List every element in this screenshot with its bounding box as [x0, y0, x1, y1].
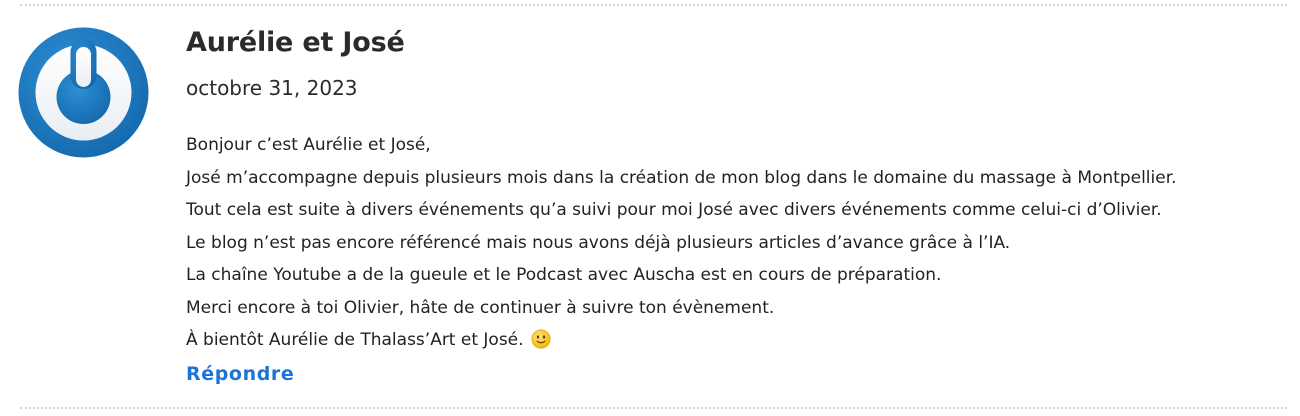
comment-line: Tout cela est suite à divers événements … [186, 200, 1162, 220]
reply-link[interactable]: Répondre [186, 363, 294, 385]
comment-line: Merci encore à toi Olivier, hâte de cont… [186, 297, 775, 318]
comment-text: Bonjour c’est Aurélie et José, José m’ac… [186, 129, 1276, 361]
comment-line: Le blog n’est pas encore référencé mais … [186, 232, 1011, 253]
comment-author: Aurélie et José [186, 27, 405, 58]
comment-line: À bientôt Aurélie de Thalass’Art et José… [186, 330, 524, 350]
bottom-divider [20, 407, 1287, 409]
comment-date: octobre 31, 2023 [186, 76, 358, 100]
power-button-avatar-icon [18, 27, 149, 158]
comment-line: José m’accompagne depuis plusieurs mois … [186, 167, 1177, 188]
comment-line-last: À bientôt Aurélie de Thalass’Art et José… [186, 324, 1276, 361]
avatar [18, 27, 149, 158]
slightly-smiling-face-icon [531, 328, 551, 361]
comment-line: Bonjour c’est Aurélie et José, [186, 135, 431, 155]
comment-line: La chaîne Youtube a de la gueule et le P… [186, 265, 942, 285]
top-divider [20, 4, 1287, 6]
